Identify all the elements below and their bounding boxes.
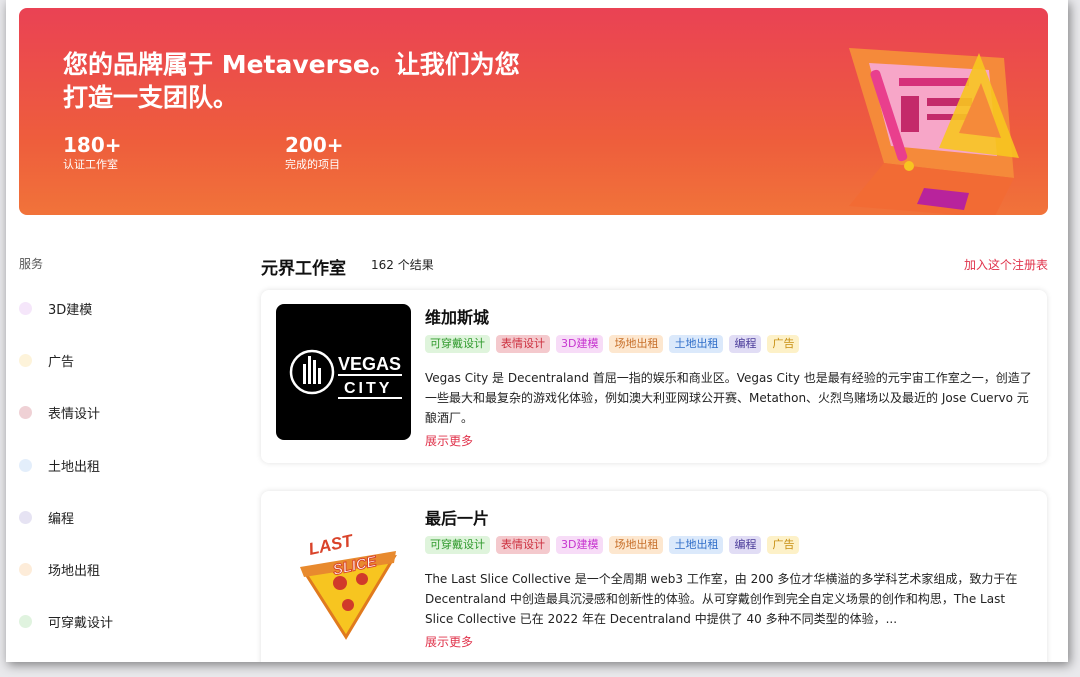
tag-advertising[interactable]: 广告: [767, 335, 800, 353]
laptop-illustration: [849, 48, 1019, 215]
show-more-link[interactable]: 展示更多: [425, 432, 473, 449]
tag-3d-modeling[interactable]: 3D建模: [556, 536, 604, 554]
studio-name[interactable]: 最后一片: [425, 505, 489, 529]
studio-description: The Last Slice Collective 是一个全周期 web3 工作…: [425, 572, 1018, 626]
category-dot: [19, 353, 32, 367]
category-dot: [19, 510, 32, 524]
studio-name[interactable]: 维加斯城: [425, 304, 489, 328]
tag-land-rental[interactable]: 土地出租: [669, 536, 724, 554]
studio-description: Vegas City 是 Decentraland 首屈一指的娱乐和商业区。Ve…: [425, 371, 1032, 425]
sidebar-item-label: 编程: [48, 511, 75, 527]
stat-value: 200+: [285, 133, 344, 157]
category-dot: [19, 301, 32, 315]
studio-card[interactable]: LAST SLICE 最后一片 可穿戴设计 表情设计 3D建模 场地出租 土地出…: [261, 491, 1047, 662]
sidebar-item-3d-modeling[interactable]: 3D建模: [19, 298, 92, 318]
logo-text-vegas: VEGAS: [338, 354, 401, 374]
app-window: 您的品牌属于 Metaverse。让我们为您打造一支团队。 180+ 认证工作室…: [6, 0, 1068, 662]
sidebar-item-label: 场地出租: [48, 563, 101, 579]
tag-emote-design[interactable]: 表情设计: [496, 536, 550, 554]
sidebar-item-programming[interactable]: 编程: [19, 507, 74, 527]
vegas-city-logo: VEGAS CITY: [289, 349, 402, 399]
tag-3d-modeling[interactable]: 3D建模: [556, 335, 604, 353]
studio-logo: LAST SLICE: [276, 505, 411, 641]
stat-projects: 200+ 完成的项目: [285, 133, 344, 173]
hero-title: 您的品牌属于 Metaverse。让我们为您打造一支团队。: [63, 50, 520, 112]
tag-programming[interactable]: 编程: [729, 335, 762, 353]
tag-list: 可穿戴设计 表情设计 3D建模 场地出租 土地出租 编程 广告: [425, 536, 805, 554]
sidebar-item-venue-rental[interactable]: 场地出租: [19, 559, 100, 579]
tag-venue-rental[interactable]: 场地出租: [609, 536, 664, 554]
tag-land-rental[interactable]: 土地出租: [669, 335, 724, 353]
tag-list: 可穿戴设计 表情设计 3D建模 场地出租 土地出租 编程 广告: [425, 335, 805, 353]
stat-studios: 180+ 认证工作室: [63, 133, 122, 173]
category-dot: [19, 614, 32, 628]
sidebar-item-label: 3D建模: [48, 302, 93, 318]
stat-label: 认证工作室: [63, 158, 118, 171]
tag-wearable-design[interactable]: 可穿戴设计: [425, 536, 490, 554]
sidebar-title: 服务: [19, 257, 44, 271]
category-dot: [19, 562, 32, 576]
tag-venue-rental[interactable]: 场地出租: [609, 335, 664, 353]
sidebar-item-advertising[interactable]: 广告: [19, 350, 74, 370]
hero-banner: 您的品牌属于 Metaverse。让我们为您打造一支团队。 180+ 认证工作室…: [19, 8, 1048, 215]
stat-value: 180+: [63, 133, 122, 157]
studio-card[interactable]: VEGAS CITY 维加斯城 可穿戴设计 表情设计 3D建模 场地出租 土地出…: [261, 290, 1047, 463]
join-registry-link[interactable]: 加入这个注册表: [964, 256, 1048, 273]
sidebar-item-label: 土地出租: [48, 459, 101, 475]
tag-programming[interactable]: 编程: [729, 536, 762, 554]
category-dot: [19, 458, 32, 472]
tag-wearable-design[interactable]: 可穿戴设计: [425, 335, 490, 353]
screen-bar: [899, 78, 969, 86]
last-slice-logo: LAST SLICE: [300, 531, 397, 640]
stat-label: 完成的项目: [285, 158, 340, 171]
sidebar-item-label: 表情设计: [48, 406, 101, 422]
sidebar-item-emote-design[interactable]: 表情设计: [19, 402, 100, 422]
sidebar-item-land-rental[interactable]: 土地出租: [19, 455, 100, 475]
sidebar-item-wearable-design[interactable]: 可穿戴设计: [19, 611, 113, 631]
screen-block: [901, 96, 919, 132]
tag-emote-design[interactable]: 表情设计: [496, 335, 550, 353]
pen-tip: [904, 161, 914, 171]
studio-logo: VEGAS CITY: [276, 304, 411, 440]
sidebar-item-label: 可穿戴设计: [48, 615, 114, 631]
category-dot: [19, 405, 32, 419]
show-more-link[interactable]: 展示更多: [425, 633, 473, 650]
logo-text-city: CITY: [344, 380, 392, 397]
logo-text-last: LAST: [307, 531, 356, 559]
tag-advertising[interactable]: 广告: [767, 536, 800, 554]
result-count: 162 个结果: [371, 258, 434, 272]
section-title: 元界工作室: [261, 259, 346, 279]
sidebar-item-label: 广告: [48, 354, 75, 370]
